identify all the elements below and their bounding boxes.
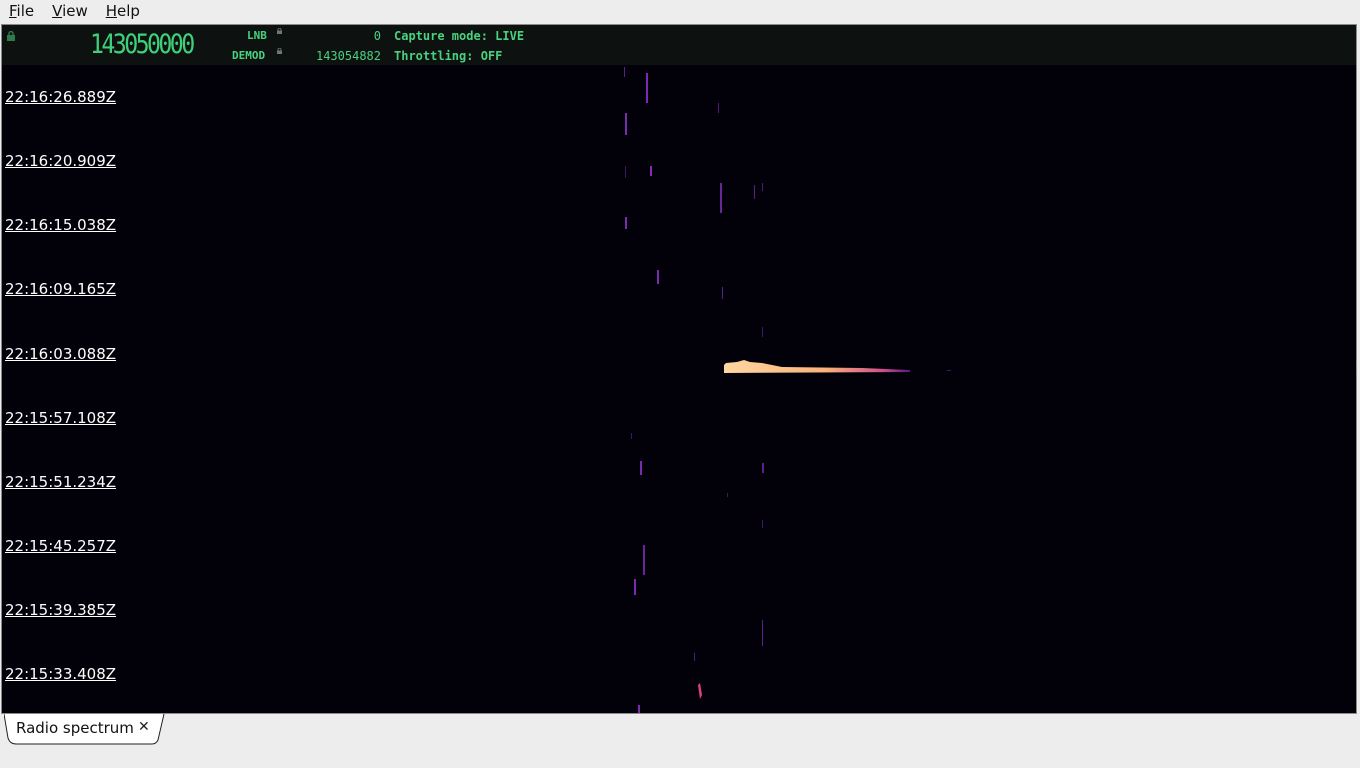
signal-trace-faint <box>625 166 626 178</box>
signal-trace-hot <box>698 683 702 699</box>
signal-trace-faint <box>727 493 728 497</box>
frequency-info-bar: 143050000 LNB 0 DEMOD 143054882 Capture … <box>2 25 1356 65</box>
signal-trace-faint <box>762 520 763 528</box>
tab-bar: Radio spectrum ✕ <box>0 714 1360 768</box>
capture-mode-status: Capture mode: LIVE <box>394 29 525 43</box>
panel-resize-handle[interactable] <box>1356 360 1360 374</box>
signal-trace-faint <box>657 270 659 284</box>
signal-trace-faint <box>634 579 636 595</box>
signal-trace-faint <box>720 183 722 213</box>
signal-trace-faint <box>631 433 632 439</box>
signal-trace-faint <box>650 166 652 176</box>
spectrum-panel: 143050000 LNB 0 DEMOD 143054882 Capture … <box>1 24 1357 714</box>
signal-trace-faint <box>947 370 951 371</box>
lnb-lock-icon[interactable] <box>277 28 282 34</box>
signal-burst <box>724 360 910 373</box>
signal-trace-faint <box>625 113 627 135</box>
menu-view[interactable]: View <box>43 0 97 22</box>
signal-trace-faint <box>722 287 723 299</box>
lock-icon[interactable] <box>6 31 16 41</box>
close-icon[interactable]: ✕ <box>138 719 150 735</box>
signal-trace-faint <box>694 653 695 661</box>
throttling-status: Throttling: OFF <box>394 49 503 63</box>
lnb-label: LNB <box>247 29 267 42</box>
signal-trace-faint <box>762 620 763 646</box>
signal-trace-faint <box>625 217 627 229</box>
menu-help[interactable]: Help <box>97 0 149 22</box>
signal-traces <box>624 67 951 713</box>
demod-lock-icon[interactable] <box>277 48 282 54</box>
signal-trace-faint <box>640 461 642 475</box>
signal-trace-faint <box>624 67 625 77</box>
menu-file[interactable]: File <box>0 0 43 22</box>
signal-trace-faint <box>646 73 648 103</box>
signal-trace-faint <box>762 183 763 191</box>
main-frequency-display[interactable]: 143050000 <box>90 29 195 60</box>
signal-trace-faint <box>762 327 763 337</box>
signal-trace-faint <box>762 463 764 473</box>
waterfall-display[interactable]: 22:16:26.889Z 22:16:20.909Z 22:16:15.038… <box>2 65 1356 713</box>
demod-label: DEMOD <box>232 49 266 62</box>
signal-trace-faint <box>718 103 719 113</box>
demod-value[interactable]: 143054882 <box>292 49 381 63</box>
signal-trace-faint <box>638 705 640 713</box>
menu-bar: File View Help <box>0 0 1360 22</box>
signal-trace-faint <box>754 185 755 199</box>
lnb-value[interactable]: 0 <box>302 29 381 43</box>
signal-trace-faint <box>643 545 645 575</box>
tab-label: Radio spectrum <box>16 719 134 737</box>
